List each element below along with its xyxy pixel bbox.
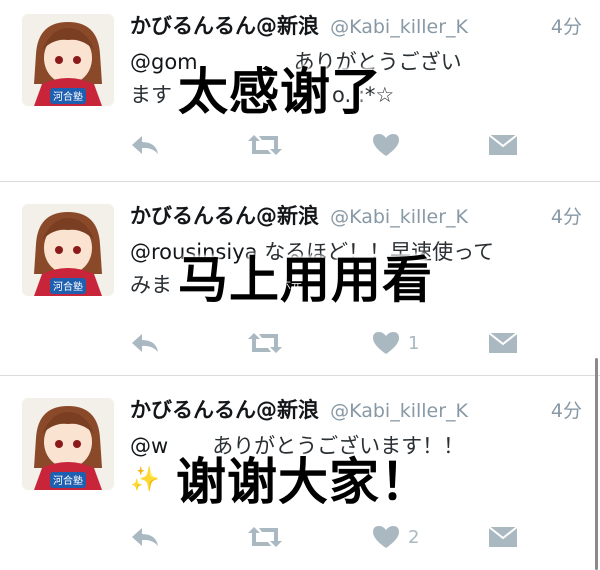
mention-link[interactable]: @w bbox=[130, 434, 168, 458]
tweet-header: かびるんるん@新浪 @Kabi_killer_K 4分 bbox=[130, 200, 582, 232]
display-name[interactable]: かびるんるん@新浪 bbox=[130, 14, 319, 38]
like-button[interactable]: 1 bbox=[372, 328, 419, 358]
avatar[interactable]: 河合塾 bbox=[22, 398, 114, 490]
like-button[interactable]: 2 bbox=[372, 522, 419, 552]
avatar[interactable]: 河合塾 bbox=[22, 14, 114, 106]
tweet-actions: 1 bbox=[130, 328, 520, 358]
scrollbar[interactable] bbox=[595, 358, 598, 570]
tweet-actions bbox=[130, 130, 520, 160]
reply-button[interactable] bbox=[130, 130, 160, 160]
overlay-caption: 谢谢大家！ bbox=[176, 453, 431, 511]
envelope-icon bbox=[488, 332, 518, 353]
display-name[interactable]: かびるんるん@新浪 bbox=[130, 204, 319, 228]
overlay-caption: 太感谢了 bbox=[178, 63, 382, 121]
tweet-header: かびるんるん@新浪 @Kabi_killer_K 4分 bbox=[130, 10, 582, 42]
retweet-icon bbox=[248, 527, 282, 547]
like-count: 1 bbox=[408, 332, 420, 354]
reply-icon bbox=[132, 528, 158, 546]
tweet[interactable]: 河合塾 かびるんるん@新浪 @Kabi_killer_K 4分 @gom ありがと… bbox=[0, 0, 600, 182]
user-handle[interactable]: @Kabi_killer_K bbox=[330, 206, 468, 228]
retweet-icon bbox=[248, 333, 282, 353]
watermark-text: @三六元 bbox=[258, 278, 302, 291]
avatar-label: 河合塾 bbox=[53, 280, 83, 293]
heart-icon bbox=[373, 526, 399, 548]
direct-message-button[interactable] bbox=[488, 328, 518, 358]
heart-icon bbox=[373, 134, 399, 156]
timestamp[interactable]: 4分 bbox=[551, 202, 582, 229]
reply-button[interactable] bbox=[130, 328, 160, 358]
reply-button[interactable] bbox=[130, 522, 160, 552]
direct-message-button[interactable] bbox=[488, 522, 518, 552]
user-handle[interactable]: @Kabi_killer_K bbox=[330, 400, 468, 422]
retweet-icon bbox=[248, 135, 282, 155]
display-name[interactable]: かびるんるん@新浪 bbox=[130, 398, 319, 422]
avatar-label: 河合塾 bbox=[53, 474, 83, 487]
direct-message-button[interactable] bbox=[488, 130, 518, 160]
like-count: 2 bbox=[408, 526, 420, 548]
overlay-caption: 马上用用看 bbox=[178, 251, 433, 309]
sparkles-icon: ✨ bbox=[130, 465, 160, 493]
envelope-icon bbox=[488, 526, 518, 547]
reply-icon bbox=[132, 136, 158, 154]
tweet-text-line: ます bbox=[130, 83, 172, 107]
avatar-label: 河合塾 bbox=[53, 90, 83, 103]
user-handle[interactable]: @Kabi_killer_K bbox=[330, 16, 468, 38]
like-button[interactable] bbox=[372, 130, 408, 160]
retweet-button[interactable] bbox=[248, 522, 282, 552]
heart-icon bbox=[373, 332, 399, 354]
tweet-text-line: みま bbox=[130, 273, 172, 297]
envelope-icon bbox=[488, 134, 518, 155]
tweet-header: かびるんるん@新浪 @Kabi_killer_K 4分 bbox=[130, 394, 582, 426]
avatar[interactable]: 河合塾 bbox=[22, 204, 114, 296]
reply-icon bbox=[132, 334, 158, 352]
retweet-button[interactable] bbox=[248, 328, 282, 358]
retweet-button[interactable] bbox=[248, 130, 282, 160]
timestamp[interactable]: 4分 bbox=[551, 396, 582, 423]
timestamp[interactable]: 4分 bbox=[551, 12, 582, 39]
tweet-actions: 2 bbox=[130, 522, 520, 552]
